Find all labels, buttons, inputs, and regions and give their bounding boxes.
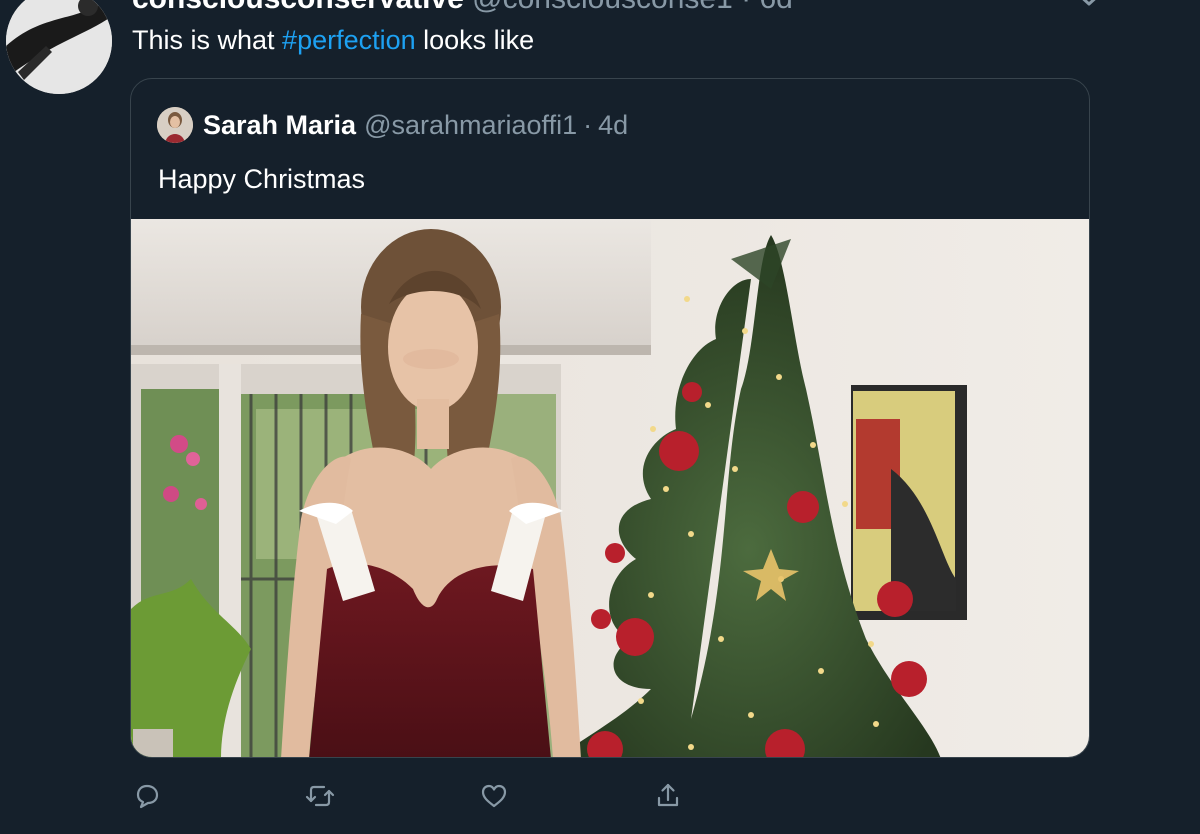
quoted-author-handle[interactable]: @sarahmariaoffi1 bbox=[364, 110, 577, 141]
author-line: consciousconservative @consciousconse1 ·… bbox=[132, 0, 793, 14]
quoted-tweet-timestamp[interactable]: 4d bbox=[598, 110, 628, 141]
quoted-author-avatar[interactable] bbox=[157, 107, 193, 143]
retweet-icon[interactable] bbox=[302, 778, 338, 814]
hashtag-link[interactable]: #perfection bbox=[282, 25, 416, 55]
quoted-tweet-header: Sarah Maria @sarahmariaoffi1 · 4d bbox=[157, 107, 628, 143]
quoted-avatar-image bbox=[157, 107, 193, 143]
author-name[interactable]: consciousconservative bbox=[132, 0, 464, 15]
meta-separator: · bbox=[741, 0, 751, 15]
quoted-tweet-text: Happy Christmas bbox=[158, 164, 366, 194]
photo-illustration bbox=[131, 219, 1089, 757]
author-handle[interactable]: @consciousconse1 bbox=[472, 0, 733, 15]
tweet-timestamp[interactable]: 6d bbox=[759, 0, 792, 15]
quoted-tweet-photo[interactable] bbox=[131, 219, 1089, 757]
quoted-tweet-card[interactable]: Sarah Maria @sarahmariaoffi1 · 4d Happy … bbox=[130, 78, 1090, 758]
tweet-actions-bar bbox=[0, 774, 1200, 818]
heart-icon[interactable] bbox=[476, 778, 512, 814]
chevron-down-icon[interactable] bbox=[1074, 0, 1104, 8]
share-icon[interactable] bbox=[650, 778, 686, 814]
reply-icon[interactable] bbox=[129, 778, 165, 814]
author-avatar[interactable] bbox=[6, 0, 112, 94]
tweet-text-after: looks like bbox=[415, 25, 535, 55]
tweet-text-before: This is what bbox=[132, 25, 283, 55]
quoted-author-name[interactable]: Sarah Maria bbox=[203, 110, 356, 141]
tweet-text: This is what #perfection looks like bbox=[132, 22, 534, 58]
avatar-image bbox=[6, 0, 112, 94]
quoted-meta-separator: · bbox=[583, 109, 593, 140]
